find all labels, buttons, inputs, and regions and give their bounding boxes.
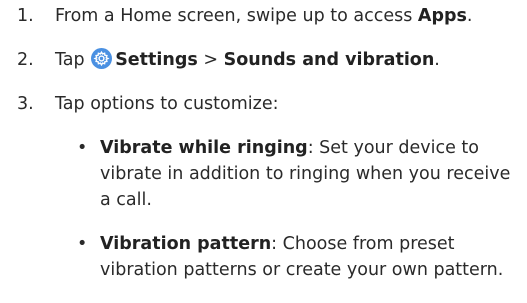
option-title: Vibration pattern xyxy=(100,234,272,254)
step-number: 1. xyxy=(17,6,34,26)
bullet: • xyxy=(77,234,88,254)
step-text: Tap options to customize: xyxy=(55,94,279,114)
step-number: 2. xyxy=(17,50,34,70)
step-number: 3. xyxy=(17,94,34,114)
settings-gear-icon xyxy=(91,48,113,69)
bullet: • xyxy=(77,138,88,158)
option-title: Vibrate while ringing xyxy=(100,138,308,158)
instructions-document: 1. From a Home screen, swipe up to acces… xyxy=(17,6,511,280)
apps-label: Apps xyxy=(417,6,467,26)
sounds-vibration-label: Sounds and vibration xyxy=(223,50,435,70)
step-text: Tap Settings > Sounds and vibration. xyxy=(55,48,440,70)
step-text: From a Home screen, swipe up to access A… xyxy=(55,6,473,26)
settings-label: Settings xyxy=(115,50,198,70)
